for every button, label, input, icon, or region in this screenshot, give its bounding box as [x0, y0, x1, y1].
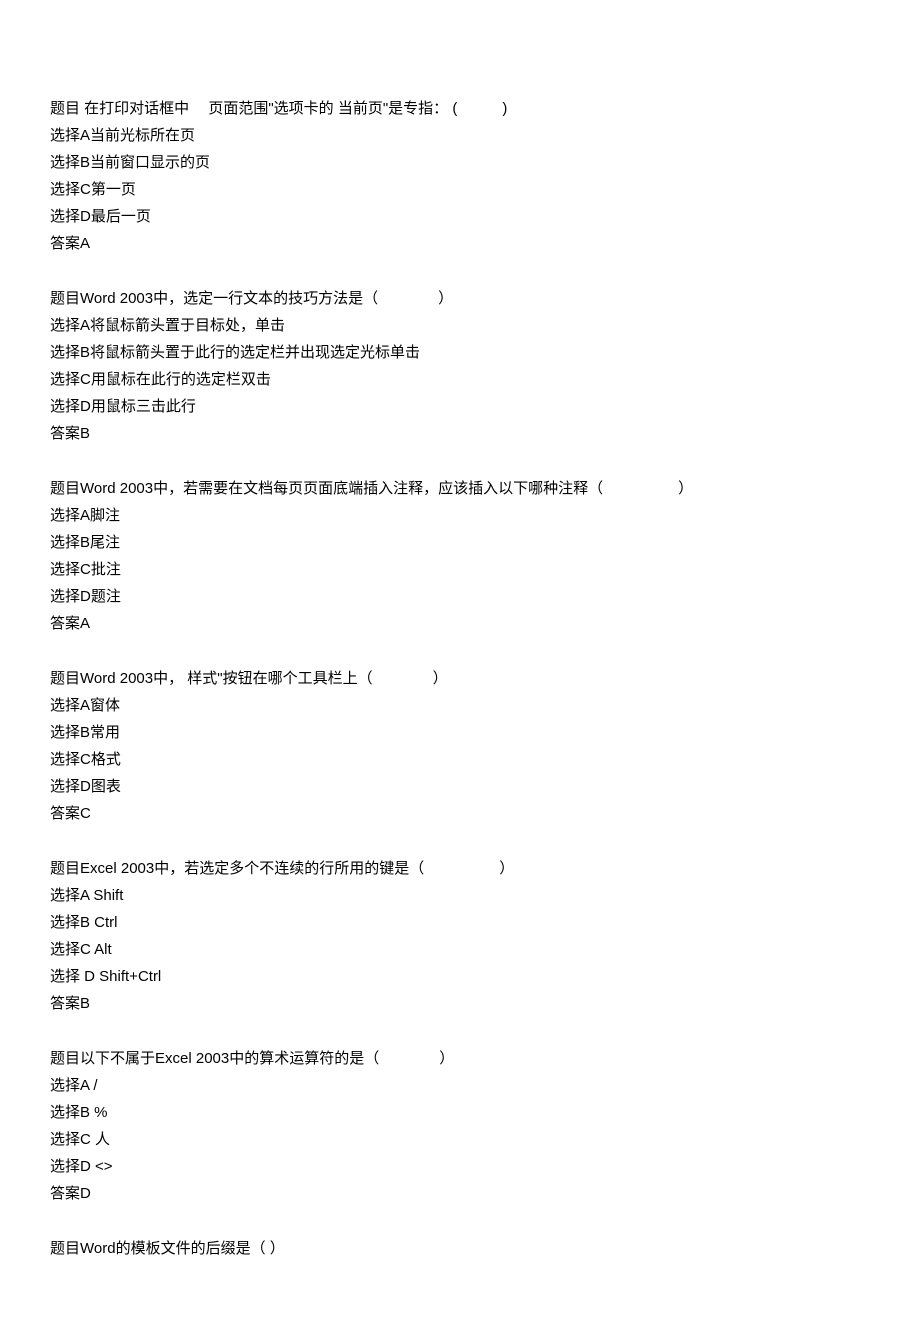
question-block: 题目Word 2003中， 样式"按钮在哪个工具栏上（ ）选择A窗体选择B常用选…: [50, 665, 870, 827]
question-option: 选择A /: [50, 1072, 870, 1099]
question-option: 选择B将鼠标箭头置于此行的选定栏并出现选定光标单击: [50, 339, 870, 366]
question-title: 题目Word的模板文件的后缀是（ ）: [50, 1235, 870, 1262]
question-title: 题目以下不属于Excel 2003中的算术运算符的是（ ）: [50, 1045, 870, 1072]
question-title: 题目Excel 2003中，若选定多个不连续的行所用的键是（ ）: [50, 855, 870, 882]
question-option: 选择C 人: [50, 1126, 870, 1153]
question-option: 选择C用鼠标在此行的选定栏双击: [50, 366, 870, 393]
question-answer: 答案B: [50, 990, 870, 1017]
question-block: 题目Word 2003中，若需要在文档每页页面底端插入注释，应该插入以下哪种注释…: [50, 475, 870, 637]
question-answer: 答案D: [50, 1180, 870, 1207]
question-block: 题目 在打印对话框中 页面范围"选项卡的 当前页"是专指： ( )选择A当前光标…: [50, 95, 870, 257]
question-option: 选择B Ctrl: [50, 909, 870, 936]
question-option: 选择D用鼠标三击此行: [50, 393, 870, 420]
question-answer: 答案B: [50, 420, 870, 447]
question-answer: 答案C: [50, 800, 870, 827]
question-option: 选择B当前窗口显示的页: [50, 149, 870, 176]
question-option: 选择C第一页: [50, 176, 870, 203]
question-title: 题目 在打印对话框中 页面范围"选项卡的 当前页"是专指： ( ): [50, 95, 870, 122]
question-block: 题目Word 2003中，选定一行文本的技巧方法是（ ）选择A将鼠标箭头置于目标…: [50, 285, 870, 447]
question-title: 题目Word 2003中， 样式"按钮在哪个工具栏上（ ）: [50, 665, 870, 692]
question-option: 选择A当前光标所在页: [50, 122, 870, 149]
question-answer: 答案A: [50, 230, 870, 257]
question-block: 题目Excel 2003中，若选定多个不连续的行所用的键是（ ）选择A Shif…: [50, 855, 870, 1017]
question-title: 题目Word 2003中，选定一行文本的技巧方法是（ ）: [50, 285, 870, 312]
question-option: 选择D题注: [50, 583, 870, 610]
question-option: 选择D最后一页: [50, 203, 870, 230]
question-title: 题目Word 2003中，若需要在文档每页页面底端插入注释，应该插入以下哪种注释…: [50, 475, 870, 502]
question-option: 选择D图表: [50, 773, 870, 800]
question-option: 选择 D Shift+Ctrl: [50, 963, 870, 990]
question-block: 题目Word的模板文件的后缀是（ ）: [50, 1235, 870, 1262]
question-option: 选择C格式: [50, 746, 870, 773]
question-option: 选择A将鼠标箭头置于目标处，单击: [50, 312, 870, 339]
question-option: 选择A脚注: [50, 502, 870, 529]
question-option: 选择C Alt: [50, 936, 870, 963]
question-option: 选择B尾注: [50, 529, 870, 556]
question-option: 选择A窗体: [50, 692, 870, 719]
question-answer: 答案A: [50, 610, 870, 637]
question-option: 选择B %: [50, 1099, 870, 1126]
question-block: 题目以下不属于Excel 2003中的算术运算符的是（ ）选择A /选择B %选…: [50, 1045, 870, 1207]
question-option: 选择C批注: [50, 556, 870, 583]
question-option: 选择A Shift: [50, 882, 870, 909]
question-option: 选择B常用: [50, 719, 870, 746]
question-option: 选择D <>: [50, 1153, 870, 1180]
